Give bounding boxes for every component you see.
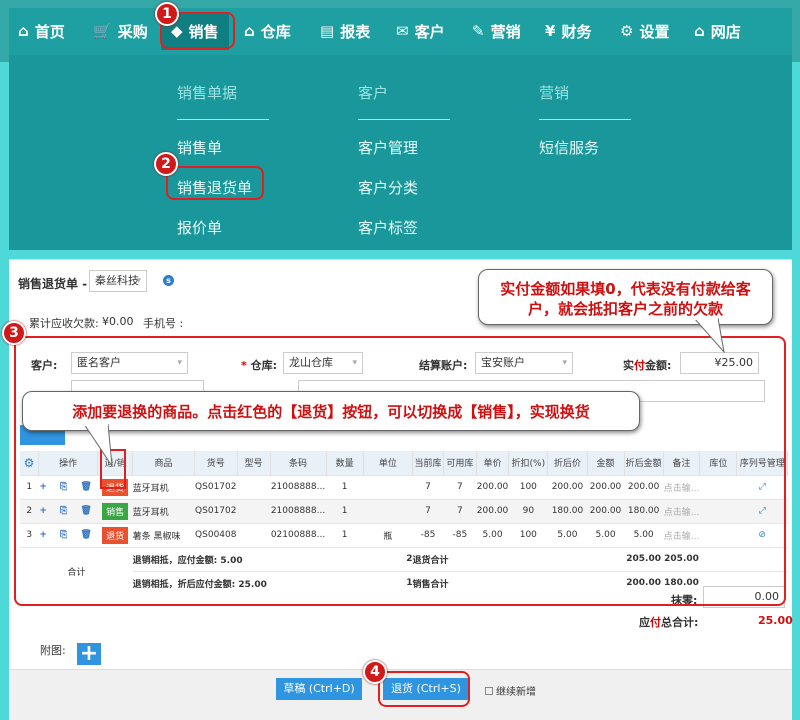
callout-pointer: [693, 318, 725, 354]
nav-label: 首页: [34, 22, 65, 41]
callout-paid-amount: 实付金额如果填0，代表没有付款给客户，就会抵扣客户之前的欠款: [478, 269, 773, 325]
home-outline-icon: ⌂: [694, 22, 705, 40]
step-badge-1: 1: [155, 2, 179, 26]
menu-divider: [539, 119, 631, 120]
home-icon: ⌂: [18, 22, 29, 40]
checkbox-box[interactable]: [485, 687, 493, 695]
draft-button[interactable]: 草稿 (Ctrl+D): [276, 678, 362, 700]
nav-label: 仓库: [260, 22, 291, 41]
company-select[interactable]: 秦丝科技 ▾: [89, 270, 147, 292]
company-value: 秦丝科技: [95, 274, 139, 287]
continue-add-checkbox[interactable]: 继续新增: [485, 683, 536, 698]
nav-label: 客户: [414, 22, 445, 41]
total-label-a: 应: [639, 616, 650, 629]
total-value: 25.00: [758, 614, 793, 627]
highlight-submit-button: [378, 671, 470, 707]
step-badge-2: 2: [154, 152, 178, 176]
page-title: 销售退货单 - -: [18, 277, 97, 291]
debt-label: 累计应收欠款:: [29, 317, 99, 330]
menu-item-sms[interactable]: 短信服务: [539, 137, 599, 158]
nav-settings[interactable]: ⚙ 设置: [620, 20, 669, 42]
chevron-down-icon: ▾: [136, 276, 141, 286]
debt-value: ¥0.00: [102, 315, 134, 328]
cart-icon: 🛒: [93, 22, 112, 40]
menu-heading-marketing: 营销: [539, 84, 570, 102]
sales-mega-menu: 销售单据 销售单 销售退货单 报价单 客户 客户管理 客户分类 客户标签 营销 …: [9, 55, 792, 250]
coupon-icon: ✎: [472, 22, 485, 40]
menu-item-sales-order[interactable]: 销售单: [177, 137, 222, 158]
nav-label: 报表: [340, 22, 371, 41]
attachment-label: 附图:: [40, 644, 66, 657]
yen-icon: ¥: [545, 22, 556, 40]
nav-purchase[interactable]: 🛒 采购: [93, 20, 148, 42]
add-attachment-button[interactable]: +: [77, 643, 101, 665]
menu-item-customer-manage[interactable]: 客户管理: [358, 137, 418, 158]
continue-label: 继续新增: [496, 687, 536, 698]
nav-finance[interactable]: ¥ 财务: [545, 20, 591, 42]
highlight-return-item: [166, 166, 264, 200]
nav-label: 网店: [710, 22, 741, 41]
menu-heading-customer: 客户: [358, 84, 389, 102]
gear-icon: ⚙: [620, 22, 634, 40]
nav-warehouse[interactable]: ⌂ 仓库: [244, 20, 291, 42]
phone-label: 手机号 :: [143, 317, 184, 330]
total-label: 应付总合计:: [639, 614, 698, 630]
menu-heading-sales-docs: 销售单据: [177, 84, 238, 102]
menu-divider: [177, 119, 269, 120]
clipboard-icon: ▤: [320, 22, 335, 40]
total-label-b: 付: [650, 616, 661, 629]
info-icon[interactable]: s: [163, 275, 174, 286]
nav-customer[interactable]: ✉ 客户: [396, 20, 445, 42]
mail-icon: ✉: [396, 22, 409, 40]
menu-divider: [358, 119, 450, 120]
menu-item-customer-tags[interactable]: 客户标签: [358, 217, 418, 238]
nav-label: 营销: [490, 22, 521, 41]
menu-item-quotation[interactable]: 报价单: [177, 217, 222, 238]
nav-label: 财务: [561, 22, 592, 41]
nav-home[interactable]: ⌂ 首页: [18, 20, 65, 42]
nav-label: 设置: [639, 22, 670, 41]
warehouse-icon: ⌂: [244, 22, 255, 40]
callout-pointer: [83, 424, 113, 467]
step-badge-4: 4: [363, 660, 387, 684]
step-badge-3: 3: [2, 321, 26, 345]
highlight-form-area: [14, 336, 786, 606]
total-label-c: 总合计:: [661, 616, 699, 629]
menu-item-customer-category[interactable]: 客户分类: [358, 177, 418, 198]
nav-reports[interactable]: ▤ 报表: [320, 20, 370, 42]
nav-marketing[interactable]: ✎ 营销: [472, 20, 521, 42]
nav-label: 采购: [117, 22, 148, 41]
nav-shop[interactable]: ⌂ 网店: [694, 20, 741, 42]
